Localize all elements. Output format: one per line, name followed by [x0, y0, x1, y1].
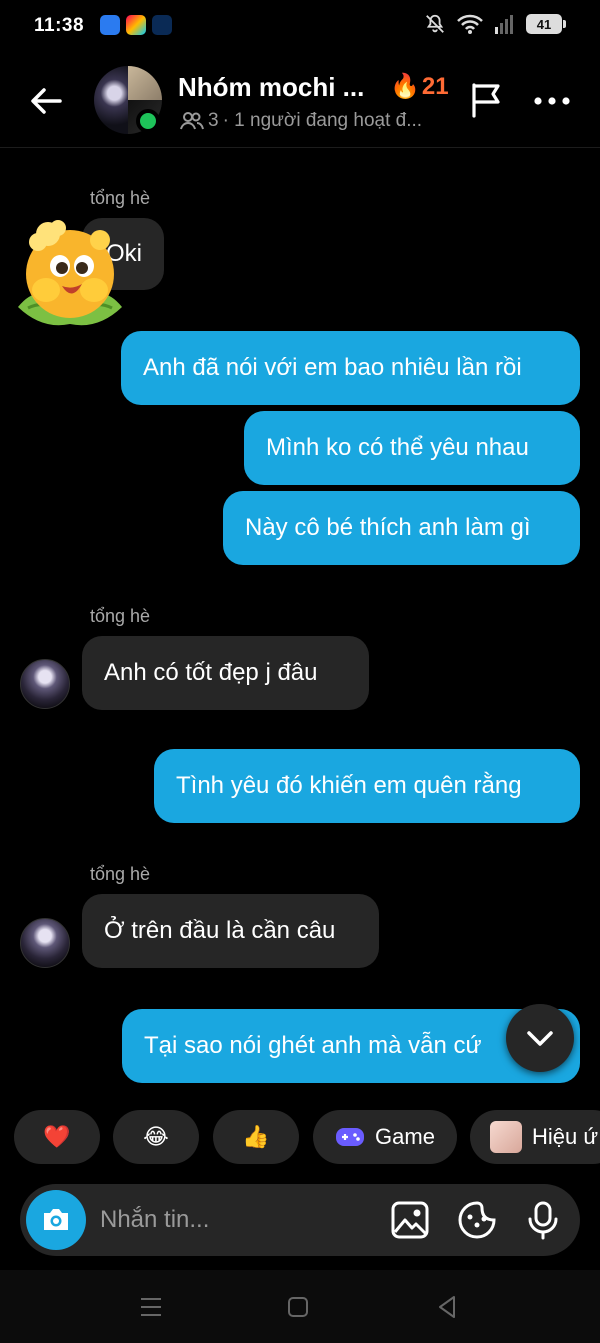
back-arrow-icon[interactable] — [26, 81, 66, 121]
outgoing-message-bubble[interactable]: Mình ko có thể yêu nhau — [244, 411, 580, 485]
game-button[interactable]: Game — [313, 1110, 457, 1164]
system-nav-bar — [0, 1270, 600, 1343]
outgoing-message-bubble[interactable]: Này cô bé thích anh làm gì — [223, 491, 580, 565]
sender-name: tổng hè — [90, 188, 151, 208]
menu-nav-icon[interactable] — [136, 1292, 166, 1322]
online-status-dot — [136, 109, 160, 133]
sticker-icon[interactable] — [457, 1200, 497, 1240]
status-indicators: 41 — [424, 13, 566, 35]
sender-name: tổng hè — [90, 864, 151, 884]
camera-button[interactable] — [26, 1190, 86, 1250]
status-time: 11:38 — [34, 15, 85, 36]
quick-reply-bar: ❤️ 😂 👍 Game Hiệu ứ — [0, 1110, 600, 1164]
flower-sticker — [18, 220, 122, 326]
fire-icon: 🔥 — [390, 73, 420, 100]
sender-avatar[interactable] — [20, 918, 70, 968]
scroll-to-bottom-button[interactable] — [506, 1004, 574, 1072]
chat-subtitle: 3 · 1 người đang hoạt đ... — [180, 110, 422, 132]
heart-icon: ❤️ — [43, 1124, 71, 1149]
message-composer — [20, 1184, 580, 1256]
flag-app-icon — [152, 15, 172, 35]
mute-icon — [426, 14, 444, 33]
sender-avatar[interactable] — [20, 659, 70, 709]
effects-button[interactable]: Hiệu ứ — [470, 1110, 600, 1164]
gallery-icon[interactable] — [390, 1200, 430, 1240]
messenger-app-icon — [100, 15, 120, 35]
status-app-icons — [100, 15, 172, 35]
chat-header: Nhóm mochi ... 🔥 21 3 · 1 người đang hoạ… — [0, 54, 600, 148]
more-options-icon[interactable] — [532, 84, 572, 118]
gamepad-icon — [336, 1128, 365, 1146]
signal-icon — [495, 15, 513, 34]
home-nav-icon[interactable] — [283, 1292, 313, 1322]
chevron-down-icon — [527, 1031, 553, 1046]
active-status-text: · 1 người đang hoạt đ... — [222, 110, 423, 131]
game-label: Game — [375, 1124, 435, 1149]
back-nav-icon[interactable] — [432, 1292, 462, 1322]
status-bar: 11:38 41 — [0, 0, 600, 54]
thumbs-up-reaction-button[interactable]: 👍 — [213, 1110, 299, 1164]
streak-badge: 🔥 21 — [390, 72, 449, 101]
microphone-icon[interactable] — [523, 1200, 563, 1240]
incoming-message-bubble[interactable]: Anh có tốt đẹp j đâu — [82, 636, 369, 710]
message-input[interactable] — [100, 1198, 380, 1242]
outgoing-message-bubble[interactable]: Anh đã nói với em bao nhiêu lần rồi — [121, 331, 580, 405]
member-count: 3 — [208, 110, 219, 131]
incoming-message-bubble[interactable]: Ở trên đầu là cần câu — [82, 894, 379, 968]
members-icon — [180, 112, 204, 130]
laugh-reaction-button[interactable]: 😂 — [113, 1110, 199, 1164]
thumbs-up-icon: 👍 — [242, 1124, 270, 1149]
laughing-face-icon: 😂 — [143, 1124, 169, 1149]
streak-count: 21 — [421, 72, 449, 100]
effects-label: Hiệu ứ — [532, 1124, 599, 1149]
effects-thumbnail — [490, 1121, 522, 1153]
outgoing-message-bubble[interactable]: Tình yêu đó khiến em quên rằng — [154, 749, 580, 823]
wifi-icon — [457, 14, 483, 34]
sender-name: tổng hè — [90, 606, 151, 626]
heart-reaction-button[interactable]: ❤️ — [14, 1110, 100, 1164]
multicolor-app-icon — [126, 15, 146, 35]
camera-icon — [44, 1209, 68, 1230]
battery-indicator: 41 — [526, 14, 566, 34]
chat-title[interactable]: Nhóm mochi ... — [178, 72, 364, 103]
report-flag-icon[interactable] — [466, 80, 506, 120]
